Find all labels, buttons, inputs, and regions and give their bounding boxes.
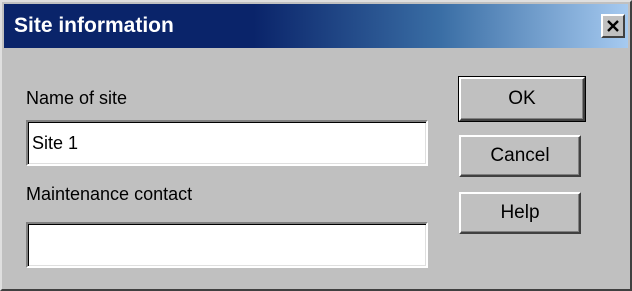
cancel-button[interactable]: Cancel (459, 135, 581, 177)
maintenance-contact-label: Maintenance contact (26, 184, 193, 204)
help-button[interactable]: Help (459, 192, 581, 234)
site-information-dialog: Site information Name of site Maintenanc… (0, 0, 632, 291)
ok-button[interactable]: OK (458, 76, 586, 122)
title-bar: Site information (4, 4, 628, 48)
name-of-site-label: Name of site (26, 88, 128, 108)
close-button[interactable] (601, 14, 625, 38)
name-of-site-input[interactable] (26, 120, 428, 166)
maintenance-contact-input[interactable] (26, 222, 428, 268)
dialog-title: Site information (14, 14, 174, 37)
